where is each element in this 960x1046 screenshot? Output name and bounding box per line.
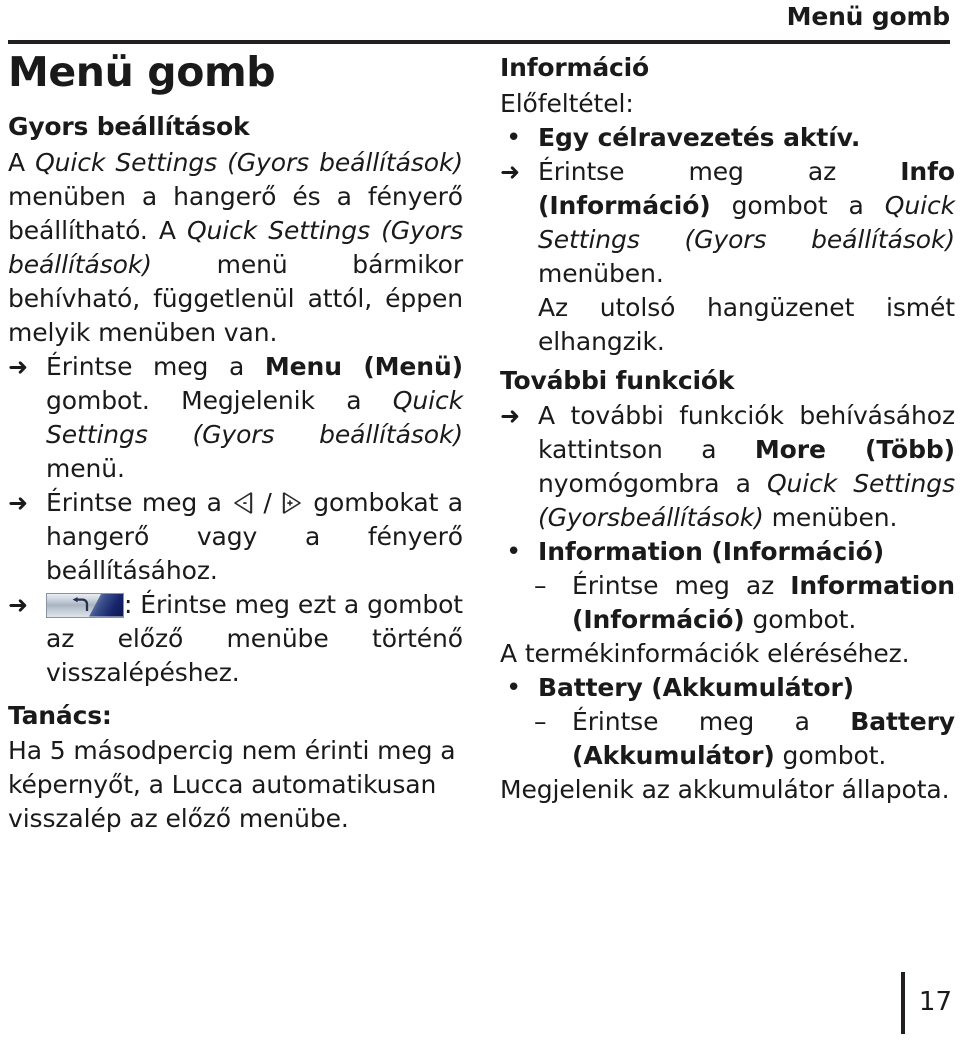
step-text: nyomógombra a bbox=[538, 469, 767, 498]
precondition-label: Előfeltétel: bbox=[500, 88, 634, 118]
step-text: gombot a bbox=[710, 190, 885, 220]
running-header-title: Menü gomb bbox=[786, 2, 951, 31]
arrow-right-icon: ➜ bbox=[8, 590, 29, 619]
page-title: Menü gomb bbox=[8, 48, 276, 96]
section-heading-quick-settings: Gyors beállítások bbox=[8, 112, 250, 141]
bullet-icon: • bbox=[506, 673, 522, 703]
information-result-text: A termékinformációk eléréséhez. bbox=[500, 639, 910, 668]
instruction-step-more-button: ➜ A további funkciók behívásához kattints… bbox=[500, 399, 955, 535]
list-item-battery: • Battery (Akkumulátor) bbox=[500, 671, 955, 705]
list-item-label: Battery (Akkumulátor) bbox=[538, 673, 855, 702]
quick-settings-intro-paragraph: A Quick Settings (Gyors beállítások) men… bbox=[8, 146, 463, 350]
para-emphasis: Quick Settings (Gyors beállítások) bbox=[35, 147, 463, 177]
step-result-text: Az utolsó hangüzenet ismét elhangzik. bbox=[538, 292, 955, 356]
page-number: 17 bbox=[918, 987, 952, 1017]
header-divider-rule bbox=[8, 40, 950, 44]
back-button-wedge bbox=[89, 593, 123, 617]
instruction-step-touch-info: ➜ Érintse meg az Info (Információ) gombot… bbox=[500, 155, 955, 291]
section-heading-more-functions: További funkciók bbox=[500, 365, 735, 395]
arrow-right-icon: ➜ bbox=[8, 352, 29, 381]
tip-heading: Tanács: bbox=[8, 700, 112, 730]
sub-item-text: gombot. bbox=[774, 741, 887, 770]
battery-result-text: Megjelenik az akkumulátor állapota. bbox=[500, 775, 950, 804]
page-footer: 17 bbox=[900, 972, 952, 1034]
instruction-step-touch-menu: ➜ Érintse meg a Menu (Menü) gombot. Megje… bbox=[8, 350, 463, 486]
sub-item-touch-information: – Érintse meg az Information (Információ)… bbox=[500, 569, 955, 637]
arrow-right-icon: ➜ bbox=[500, 157, 521, 186]
dash-icon: – bbox=[534, 707, 547, 736]
list-item-label: Information (Információ) bbox=[538, 537, 885, 566]
bullet-icon: • bbox=[506, 122, 522, 153]
sub-item-touch-battery: – Érintse meg a Battery (Akkumulátor) gom… bbox=[500, 705, 955, 773]
tip-paragraph: Ha 5 másodpercig nem érinti meg a képern… bbox=[8, 736, 456, 833]
sub-item-text: gombot. bbox=[744, 605, 857, 634]
back-button-icon bbox=[46, 592, 124, 618]
page-columns: Menü gomb Gyors beállítások A Quick Sett… bbox=[0, 52, 960, 836]
dash-icon: – bbox=[534, 571, 547, 600]
step-text: Érintse meg a bbox=[46, 487, 232, 517]
folio-divider-rule bbox=[900, 972, 905, 1034]
volume-up-button-icon bbox=[276, 491, 304, 515]
bullet-icon: • bbox=[506, 537, 522, 567]
list-item-information: • Information (Információ) bbox=[500, 535, 955, 569]
step-text: gombot. Megjelenik a bbox=[46, 385, 393, 415]
right-column: Információ Előfeltétel: • Egy célravezeté… bbox=[500, 52, 955, 836]
arrow-right-icon: ➜ bbox=[8, 488, 29, 517]
info-step-result: Az utolsó hangüzenet ismét elhangzik. bbox=[500, 291, 955, 359]
sub-item-text: Érintse meg az bbox=[572, 571, 791, 600]
volume-down-button-icon bbox=[231, 491, 259, 515]
instruction-step-adjust-volume-brightness: ➜ Érintse meg a / gombokat a hangerő vagy… bbox=[8, 486, 463, 588]
instruction-step-back-to-previous-menu: ➜ : Érintse meg ezt a gombot az előző me… bbox=[8, 588, 463, 690]
precondition-text: Egy célravezetés aktív. bbox=[538, 122, 861, 152]
para-text: A bbox=[8, 147, 36, 177]
section-heading-information: Információ bbox=[500, 53, 649, 82]
step-text: menüben. bbox=[763, 503, 898, 532]
arrow-right-icon: ➜ bbox=[500, 402, 521, 430]
running-header: Menü gomb bbox=[0, 0, 960, 44]
step-strong: Menu (Menü) bbox=[264, 351, 463, 381]
step-text: menü. bbox=[46, 453, 125, 483]
step-text: / bbox=[263, 487, 272, 517]
step-text: menüben. bbox=[538, 258, 664, 288]
precondition-list-item: • Egy célravezetés aktív. bbox=[500, 121, 955, 155]
step-strong: More (Több) bbox=[754, 435, 955, 464]
left-column: Menü gomb Gyors beállítások A Quick Sett… bbox=[0, 52, 463, 836]
step-text: Érintse meg a bbox=[46, 351, 265, 381]
sub-item-text: Érintse meg a bbox=[572, 707, 851, 736]
step-text: Érintse meg az bbox=[538, 156, 901, 186]
